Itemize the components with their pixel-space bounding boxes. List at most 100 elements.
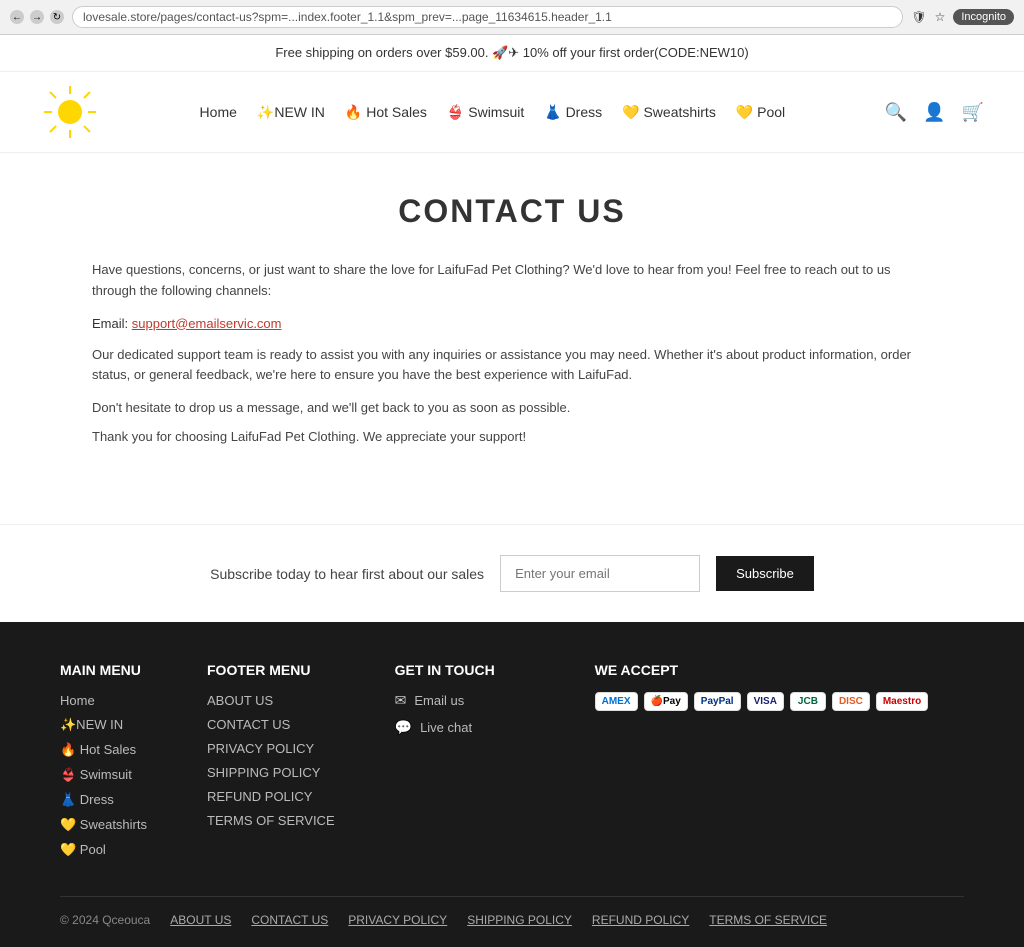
- nav-swimsuit[interactable]: 👙 Swimsuit: [447, 104, 524, 121]
- list-item: TERMS OF SERVICE: [207, 812, 335, 828]
- nav-pool[interactable]: 💛 Pool: [736, 104, 785, 121]
- footer-main-menu: MAIN MENU Home ✨NEW IN 🔥 Hot Sales 👙 Swi…: [60, 662, 147, 866]
- nav-dress[interactable]: 👗 Dress: [544, 104, 602, 121]
- list-item: 💛 Sweatshirts: [60, 816, 147, 833]
- we-accept-title: We accept: [595, 662, 929, 678]
- footer-shipping-policy[interactable]: SHIPPING POLICY: [207, 765, 320, 780]
- list-item: REFUND POLICY: [207, 788, 335, 804]
- search-icon[interactable]: 🔍: [885, 102, 907, 123]
- nav-new-in[interactable]: ✨NEW IN: [257, 104, 325, 121]
- main-nav: Home ✨NEW IN 🔥 Hot Sales 👙 Swimsuit 👗 Dr…: [200, 104, 786, 121]
- cart-icon[interactable]: 🛒: [962, 102, 984, 123]
- contact-thanks: Thank you for choosing LaifuFad Pet Clot…: [92, 429, 932, 444]
- account-icon[interactable]: 👤: [923, 102, 945, 123]
- footer-bottom-refund[interactable]: REFUND POLICY: [592, 913, 689, 927]
- site-header: Home ✨NEW IN 🔥 Hot Sales 👙 Swimsuit 👗 Dr…: [0, 72, 1024, 153]
- footer-bottom-privacy[interactable]: PRIVACY POLICY: [348, 913, 447, 927]
- footer-menu-title: Footer menu: [207, 662, 335, 678]
- footer-nav-swimsuit[interactable]: 👙 Swimsuit: [60, 767, 132, 782]
- footer-top: MAIN MENU Home ✨NEW IN 🔥 Hot Sales 👙 Swi…: [60, 662, 964, 866]
- list-item: ✨NEW IN: [60, 716, 147, 733]
- contact-body: Our dedicated support team is ready to a…: [92, 345, 932, 387]
- apple-pay-card: 🍎Pay: [644, 692, 688, 711]
- payment-icons: AMEX 🍎Pay PayPal VISA JCB DISC Maestro: [595, 692, 929, 711]
- footer-nav-home[interactable]: Home: [60, 693, 95, 708]
- email-us-link[interactable]: Email us: [414, 693, 464, 708]
- visa-card: VISA: [747, 692, 784, 711]
- footer-menu-list: ABOUT US CONTACT US PRIVACY POLICY SHIPP…: [207, 692, 335, 828]
- browser-chrome: ← → ↻ lovesale.store/pages/contact-us?sp…: [0, 0, 1024, 35]
- star-icon: ☆: [935, 10, 946, 24]
- jcb-card: JCB: [790, 692, 826, 711]
- list-item: CONTACT US: [207, 716, 335, 732]
- amex-card: AMEX: [595, 692, 638, 711]
- maestro-card: Maestro: [876, 692, 928, 711]
- subscribe-button[interactable]: Subscribe: [716, 556, 814, 591]
- footer-nav-sweatshirts[interactable]: 💛 Sweatshirts: [60, 817, 147, 832]
- footer-bottom-terms[interactable]: TERMS OF SERVICE: [709, 913, 827, 927]
- email-contact-item: ✉ Email us: [395, 692, 535, 709]
- list-item: Home: [60, 692, 147, 708]
- main-content: CONTACT US Have questions, concerns, or …: [0, 153, 1024, 622]
- discover-card: DISC: [832, 692, 870, 711]
- footer-bottom-shipping[interactable]: SHIPPING POLICY: [467, 913, 572, 927]
- footer-links-col: Footer menu ABOUT US CONTACT US PRIVACY …: [207, 662, 335, 866]
- logo-svg: [40, 82, 100, 142]
- footer-nav-hot-sales[interactable]: 🔥 Hot Sales: [60, 742, 136, 757]
- extension-icon: 🛡: [911, 10, 926, 24]
- footer-terms[interactable]: TERMS OF SERVICE: [207, 813, 335, 828]
- footer-about-us[interactable]: ABOUT US: [207, 693, 273, 708]
- forward-button[interactable]: →: [30, 10, 44, 24]
- header-icons: 🔍 👤 🛒: [885, 102, 984, 123]
- footer-bottom-about[interactable]: ABOUT US: [170, 913, 231, 927]
- list-item: 👙 Swimsuit: [60, 766, 147, 783]
- browser-controls: ← → ↻: [10, 10, 64, 24]
- nav-sweatshirts[interactable]: 💛 Sweatshirts: [622, 104, 716, 121]
- footer-we-accept: We accept AMEX 🍎Pay PayPal VISA JCB DISC…: [595, 662, 929, 866]
- main-menu-list: Home ✨NEW IN 🔥 Hot Sales 👙 Swimsuit 👗 Dr…: [60, 692, 147, 858]
- footer-contact-us[interactable]: CONTACT US: [207, 717, 290, 732]
- footer-bottom-contact[interactable]: CONTACT US: [251, 913, 328, 927]
- footer-refund-policy[interactable]: REFUND POLICY: [207, 789, 312, 804]
- email-subscribe-input[interactable]: [500, 555, 700, 592]
- footer-nav-new-in[interactable]: ✨NEW IN: [60, 717, 123, 732]
- list-item: 💛 Pool: [60, 841, 147, 858]
- announcement-bar: Free shipping on orders over $59.00. 🚀✈ …: [0, 35, 1024, 72]
- chat-icon: 💬: [395, 719, 412, 736]
- url-text: lovesale.store/pages/contact-us?spm=...i…: [83, 10, 612, 24]
- contact-note: Don't hesitate to drop us a message, and…: [92, 400, 932, 415]
- footer-nav-dress[interactable]: 👗 Dress: [60, 792, 114, 807]
- footer-privacy-policy[interactable]: PRIVACY POLICY: [207, 741, 314, 756]
- subscribe-label: Subscribe today to hear first about our …: [210, 566, 484, 582]
- email-line: Email: support@emailservic.com: [92, 316, 932, 331]
- site-footer: MAIN MENU Home ✨NEW IN 🔥 Hot Sales 👙 Swi…: [0, 622, 1024, 947]
- footer-get-in-touch: Get in touch ✉ Email us 💬 Live chat: [395, 662, 535, 866]
- announcement-text: Free shipping on orders over $59.00. 🚀✈ …: [275, 45, 748, 60]
- subscribe-section: Subscribe today to hear first about our …: [0, 524, 1024, 622]
- list-item: ABOUT US: [207, 692, 335, 708]
- copyright: © 2024 Qceouca: [60, 913, 150, 927]
- email-label: Email:: [92, 316, 128, 331]
- list-item: PRIVACY POLICY: [207, 740, 335, 756]
- list-item: 🔥 Hot Sales: [60, 741, 147, 758]
- reload-button[interactable]: ↻: [50, 10, 64, 24]
- browser-right: 🛡 ☆ Incognito: [911, 9, 1014, 25]
- get-in-touch-title: Get in touch: [395, 662, 535, 678]
- page-title: CONTACT US: [92, 193, 932, 230]
- footer-nav-pool[interactable]: 💛 Pool: [60, 842, 106, 857]
- footer-bottom: © 2024 Qceouca ABOUT US CONTACT US PRIVA…: [60, 896, 964, 927]
- list-item: SHIPPING POLICY: [207, 764, 335, 780]
- site-logo[interactable]: [40, 82, 100, 142]
- url-bar[interactable]: lovesale.store/pages/contact-us?spm=...i…: [72, 6, 903, 28]
- contact-intro: Have questions, concerns, or just want t…: [92, 260, 932, 302]
- nav-home[interactable]: Home: [200, 104, 237, 120]
- back-button[interactable]: ←: [10, 10, 24, 24]
- paypal-card: PayPal: [694, 692, 741, 711]
- email-address[interactable]: support@emailservic.com: [132, 316, 282, 331]
- main-menu-title: MAIN MENU: [60, 662, 147, 678]
- nav-hot-sales[interactable]: 🔥 Hot Sales: [345, 104, 427, 121]
- list-item: 👗 Dress: [60, 791, 147, 808]
- live-chat-item: 💬 Live chat: [395, 719, 535, 736]
- live-chat-link[interactable]: Live chat: [420, 720, 472, 735]
- email-icon: ✉: [395, 692, 407, 709]
